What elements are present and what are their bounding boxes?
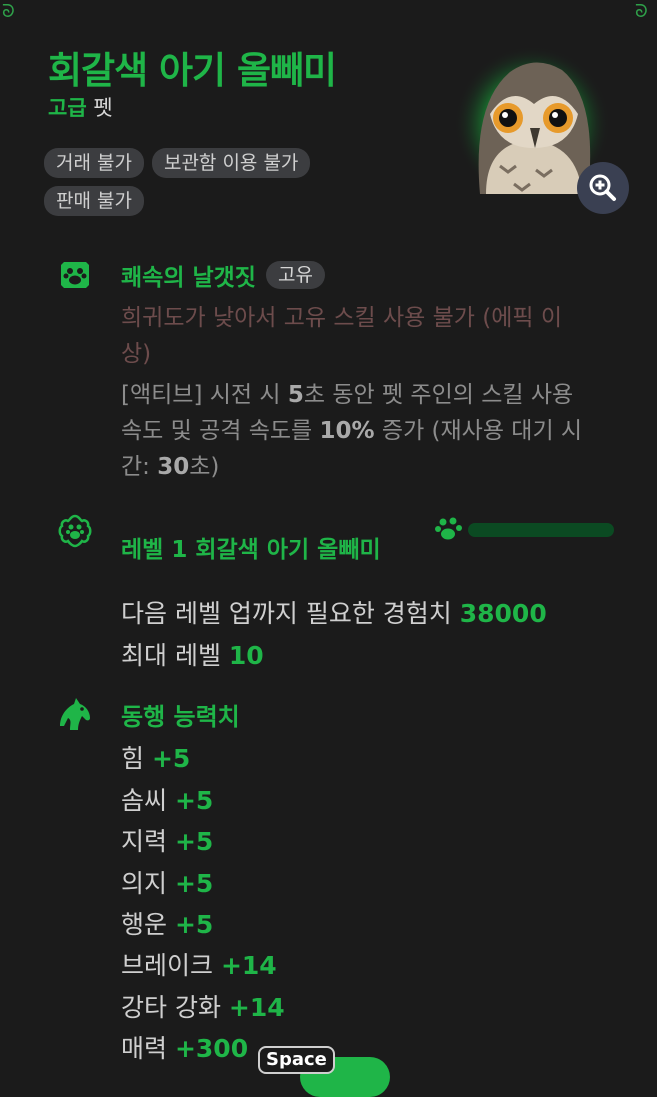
paw-icon — [435, 517, 462, 540]
skill-cooldown: 30 — [157, 454, 190, 480]
stat-label: 솜씨 — [121, 786, 168, 815]
tag-no-storage: 보관함 이용 불가 — [151, 148, 311, 178]
stat-value: +5 — [174, 910, 214, 939]
skill-warning: 희귀도가 낮아서 고유 스킬 사용 불가 (에픽 이상) — [121, 305, 563, 367]
tag-no-sell: 판매 불가 — [44, 186, 144, 216]
paw-badge-icon — [61, 262, 89, 288]
stat-value: +5 — [174, 827, 214, 856]
stat-row: 브레이크 +14 — [121, 946, 277, 982]
stat-value: +14 — [220, 951, 277, 980]
stat-label: 지력 — [121, 827, 168, 856]
stat-label: 매력 — [121, 1034, 168, 1063]
stat-row: 솜씨 +5 — [121, 781, 213, 817]
zoom-in-icon — [589, 174, 616, 201]
grade-label: 고급 — [48, 96, 87, 120]
skill-percent: 10% — [319, 418, 375, 444]
stat-value: +14 — [228, 993, 285, 1022]
skill-name: 쾌속의 날갯짓 — [121, 265, 256, 291]
stat-row: 의지 +5 — [121, 864, 213, 900]
next-level-value: 38000 — [459, 599, 547, 628]
stat-label: 강타 강화 — [121, 993, 221, 1022]
stat-value: +5 — [174, 869, 214, 898]
next-level-label: 다음 레벨 업까지 필요한 경험치 — [121, 599, 452, 628]
stat-label: 의지 — [121, 869, 168, 898]
item-title: 회갈색 아기 올빼미 — [48, 49, 337, 92]
next-level-exp: 다음 레벨 업까지 필요한 경험치 38000 — [121, 594, 547, 630]
space-key-hint: Space — [258, 1046, 335, 1074]
tag-no-trade: 거래 불가 — [44, 148, 144, 178]
stat-row: 지력 +5 — [121, 822, 213, 858]
exp-progress-bar — [468, 523, 614, 537]
max-level: 최대 레벨 10 — [121, 636, 264, 672]
max-level-label: 최대 레벨 — [121, 641, 221, 670]
horse-icon — [60, 698, 90, 730]
paw-flower-icon — [58, 514, 92, 548]
stat-label: 힘 — [121, 744, 145, 773]
stat-label: 브레이크 — [121, 951, 214, 980]
item-type: 펫 — [93, 96, 113, 120]
stats-title: 동행 능력치 — [121, 703, 240, 731]
restriction-tags: 거래 불가 보관함 이용 불가 판매 불가 — [44, 148, 374, 216]
item-grade: 고급 펫 — [48, 92, 113, 122]
desc-suffix: 초) — [189, 454, 220, 480]
stat-value: +300 — [174, 1034, 249, 1063]
level-title: 레벨 1 회갈색 아기 올빼미 — [121, 537, 381, 563]
desc-prefix: [액티브] 시전 시 — [121, 382, 288, 408]
stat-row: 행운 +5 — [121, 905, 213, 941]
stat-row: 힘 +5 — [121, 739, 190, 775]
corner-ornament-icon: ᘐ — [2, 1, 15, 22]
stat-value: +5 — [174, 786, 214, 815]
zoom-button[interactable] — [577, 162, 629, 214]
stat-row: 강타 강화 +14 — [121, 988, 285, 1024]
max-level-value: 10 — [228, 641, 264, 670]
stat-value: +5 — [151, 744, 191, 773]
stat-label: 행운 — [121, 910, 168, 939]
corner-ornament-icon: ᘐ — [635, 1, 648, 22]
skill-description: [액티브] 시전 시 5초 동안 펫 주인의 스킬 사용 속도 및 공격 속도를… — [121, 377, 601, 485]
skill-unique-badge: 고유 — [265, 261, 325, 289]
skill-name-row: 쾌속의 날갯짓 고유 — [121, 258, 325, 292]
stat-row: 매력 +300 — [121, 1029, 248, 1065]
skill-duration: 5 — [287, 382, 304, 408]
